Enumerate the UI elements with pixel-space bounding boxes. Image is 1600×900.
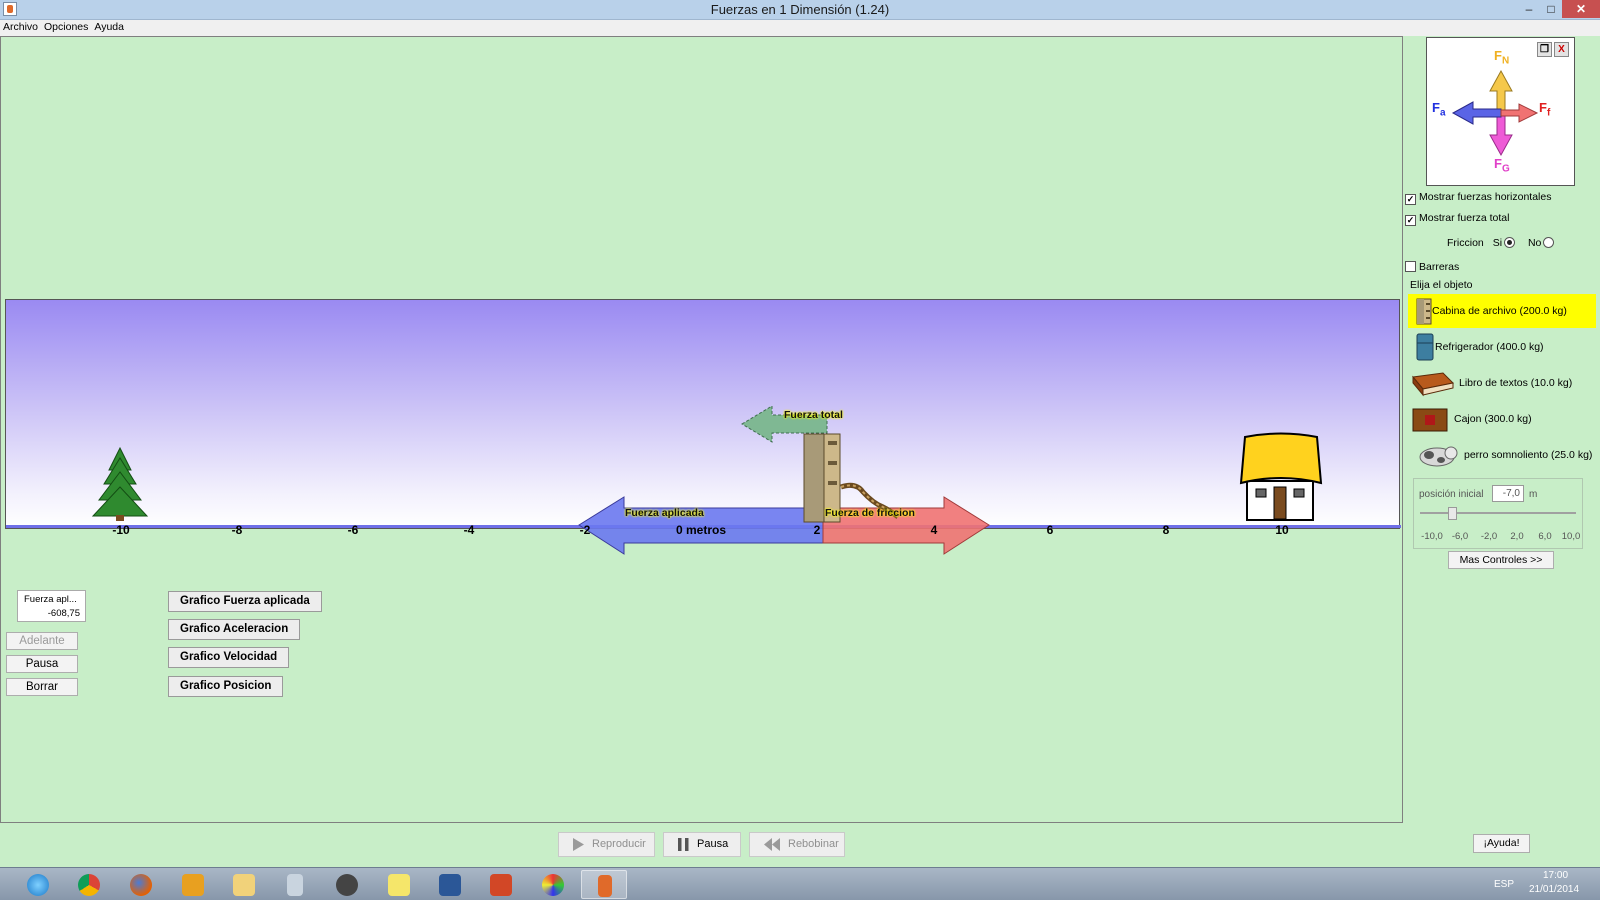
axis-tick: 6	[1046, 523, 1054, 537]
initial-position-panel: posición inicial -7,0 m -10,0 -6,0 -2,0 …	[1413, 478, 1583, 549]
axis-tick-origin: 0 metros	[675, 523, 727, 537]
word-icon[interactable]	[427, 870, 473, 899]
menu-opciones[interactable]: Opciones	[41, 20, 91, 33]
normal-force-label: FN	[1494, 48, 1510, 67]
applied-force-label: Fuerza aplicada	[625, 507, 704, 519]
axis-tick: 10	[1275, 523, 1289, 537]
forward-button[interactable]: Adelante	[6, 632, 78, 650]
barriers-checkbox[interactable]: Barreras	[1405, 261, 1459, 273]
object-textbook[interactable]: Libro de textos (10.0 kg)	[1408, 366, 1596, 400]
initial-position-unit: m	[1529, 489, 1538, 500]
menu-ayuda[interactable]: Ayuda	[91, 20, 127, 33]
friction-no-radio[interactable]: No	[1528, 237, 1555, 249]
show-horizontal-forces-checkbox[interactable]: ✓ Mostrar fuerzas horizontales	[1405, 191, 1551, 205]
game-icon[interactable]	[324, 870, 370, 899]
axis-tick: -4	[463, 523, 475, 537]
menu-archivo[interactable]: Archivo	[0, 20, 41, 33]
play-icon	[573, 837, 584, 851]
maximize-button[interactable]: □	[1540, 0, 1562, 18]
friction-label: Friccion	[1447, 237, 1484, 249]
choose-object-label: Elija el objeto	[1410, 279, 1473, 291]
firefox-icon[interactable]	[118, 870, 164, 899]
initial-position-input[interactable]: -7,0	[1492, 485, 1524, 502]
pause-button[interactable]: Pausa	[6, 655, 78, 673]
chrome-icon[interactable]	[66, 870, 112, 899]
powerpoint-icon[interactable]	[478, 870, 524, 899]
axis-tick: 4	[930, 523, 938, 537]
initial-position-slider[interactable]	[1448, 507, 1457, 520]
help-button[interactable]: ¡Ayuda!	[1473, 834, 1530, 853]
total-force-label: Fuerza total	[784, 409, 843, 421]
graph-velocity-button[interactable]: Grafico Velocidad	[168, 647, 290, 668]
clock-time[interactable]: 17:00	[1543, 870, 1568, 881]
friction-yes-radio[interactable]: Si	[1493, 237, 1516, 249]
free-body-diagram: ❐ X FN FG Fa Ff	[1426, 37, 1575, 186]
window-title: Fuerzas en 1 Dimensión (1.24)	[710, 2, 890, 17]
ie-icon[interactable]	[15, 870, 61, 899]
playback-pause-button[interactable]: Pausa	[663, 832, 741, 857]
friction-force-label: Fuerza de friccion	[825, 507, 915, 519]
rewind-icon	[764, 837, 780, 851]
axis-tick: -8	[231, 523, 243, 537]
rewind-button[interactable]: Rebobinar	[749, 832, 845, 857]
close-button[interactable]: ✕	[1562, 0, 1600, 18]
minimize-button[interactable]: –	[1518, 0, 1540, 18]
axis-tick: -10	[112, 523, 130, 537]
axis-tick: -6	[347, 523, 359, 537]
friction-toggle: Friccion Si No	[1447, 237, 1555, 249]
tree-icon	[91, 446, 149, 521]
scene-graphics	[91, 405, 1323, 555]
axis-tick: 8	[1162, 523, 1170, 537]
gravity-force-label: FG	[1494, 156, 1510, 175]
clock-date[interactable]: 21/01/2014	[1529, 884, 1579, 895]
object-filing-cabinet[interactable]: Cabina de archivo (200.0 kg)	[1408, 294, 1596, 328]
readout-value: -608,75	[47, 608, 80, 619]
friction-force-fbd-label: Ff	[1539, 100, 1551, 119]
paint-icon[interactable]	[530, 870, 576, 899]
clear-button[interactable]: Borrar	[6, 678, 78, 696]
title-bar: Fuerzas en 1 Dimensión (1.24) – □ ✕	[0, 0, 1600, 20]
axis-tick: -2	[579, 523, 591, 537]
tool-icon[interactable]	[170, 870, 216, 899]
checkbox-unchecked-icon	[1405, 261, 1416, 272]
dog-icon	[1419, 446, 1458, 467]
applied-force-fbd-label: Fa	[1432, 100, 1446, 119]
calculator-icon[interactable]	[272, 870, 318, 899]
checkbox-checked-icon: ✓	[1405, 215, 1416, 226]
pause-icon	[678, 837, 689, 851]
simulation-area: Fuerza total Fuerza aplicada Fuerza de f…	[0, 36, 1403, 823]
graph-position-button[interactable]: Grafico Posicion	[168, 676, 284, 697]
initial-position-track	[1420, 512, 1576, 514]
crate-icon	[1412, 408, 1448, 432]
initial-position-label: posición inicial	[1419, 489, 1484, 500]
sticky-notes-icon[interactable]	[376, 870, 422, 899]
radio-unselected-icon	[1543, 237, 1555, 248]
house-icon	[1239, 432, 1323, 521]
menu-bar: Archivo Opciones Ayuda	[0, 20, 1600, 36]
radio-selected-icon	[1504, 237, 1516, 248]
book-icon	[1412, 372, 1455, 397]
axis-tick: 2	[813, 523, 821, 537]
object-sleepy-dog[interactable]: perro somnoliento (25.0 kg)	[1408, 438, 1596, 472]
taskbar: ESP 17:00 21/01/2014	[0, 867, 1600, 900]
show-total-force-checkbox[interactable]: ✓ Mostrar fuerza total	[1405, 212, 1509, 226]
object-crate[interactable]: Cajon (300.0 kg)	[1408, 402, 1596, 436]
folder-icon[interactable]	[221, 870, 267, 899]
graph-acceleration-button[interactable]: Grafico Aceleracion	[168, 619, 301, 640]
checkbox-checked-icon: ✓	[1405, 194, 1416, 205]
readout-label: Fuerza apl...	[24, 594, 77, 605]
language-indicator[interactable]: ESP	[1494, 879, 1514, 890]
more-controls-button[interactable]: Mas Controles >>	[1448, 551, 1554, 569]
java-icon[interactable]	[581, 870, 627, 899]
friction-force-arrow	[822, 496, 990, 555]
applied-force-readout[interactable]: Fuerza apl... -608,75	[17, 590, 86, 622]
graph-applied-force-button[interactable]: Grafico Fuerza aplicada	[168, 591, 322, 612]
play-button[interactable]: Reproducir	[558, 832, 655, 857]
object-refrigerator[interactable]: Refrigerador (400.0 kg)	[1408, 330, 1596, 364]
